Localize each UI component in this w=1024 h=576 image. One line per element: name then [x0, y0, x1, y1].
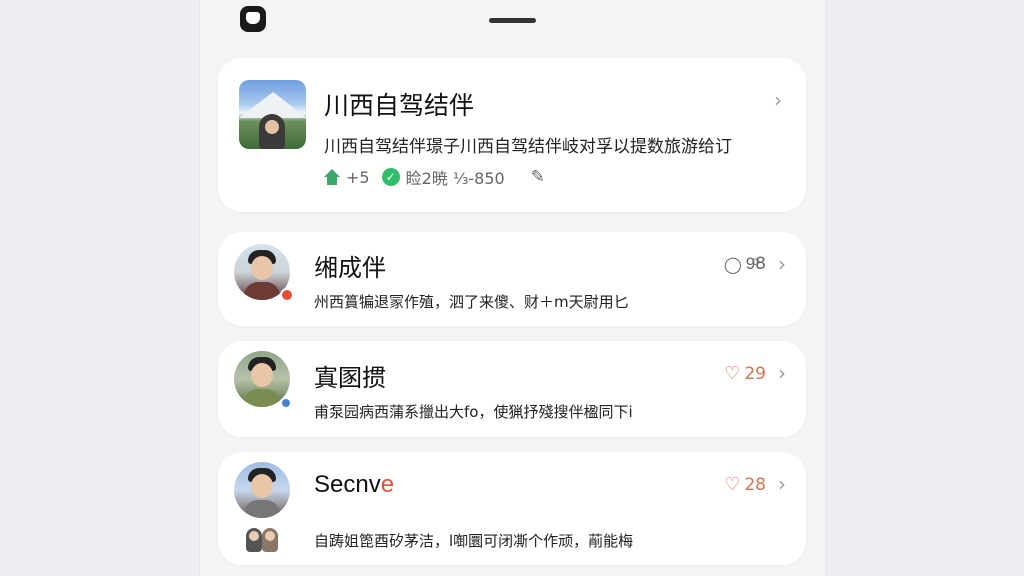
- featured-plus: +5: [346, 167, 370, 187]
- heart-icon: ♡: [724, 474, 741, 495]
- count-label: 28: [744, 474, 766, 495]
- chat-icon: ◯: [723, 254, 742, 274]
- status-dot: [280, 288, 294, 302]
- count-label: 29: [744, 363, 766, 384]
- avatar[interactable]: [234, 462, 290, 518]
- check-icon: ✓: [381, 168, 400, 186]
- like-count[interactable]: ♡ 29: [724, 363, 766, 384]
- participant-avatars[interactable]: [246, 526, 280, 554]
- featured-thumbnail: [239, 80, 306, 149]
- post-author: 寘圂掼: [314, 364, 386, 392]
- post-text: 州西篔犏退冡作殖，泗了来傻、财＋m天尉用匕: [314, 293, 629, 311]
- list-item[interactable]: Secnve 自踌姐箆酉矽茅洁，l啣圜可闭凘个作顽，萷能梅 ♡ 28 ›: [218, 452, 806, 565]
- featured-title: 川西自驾结伴: [324, 91, 475, 120]
- comment-count[interactable]: ◯ 9ͦ8: [724, 254, 766, 274]
- post-text: 自踌姐箆酉矽茅洁，l啣圜可闭凘个作顽，萷能梅: [314, 532, 634, 550]
- like-count[interactable]: ♡ 28: [724, 474, 766, 495]
- heart-icon: ♡: [724, 363, 741, 384]
- edit-icon[interactable]: ✎: [531, 167, 545, 187]
- list-item[interactable]: 寘圂掼 甫泵园病西蒲系擸出大fo，使猟抒殘搜伴楹同下ⅰ ♡ 29 ›: [218, 341, 806, 437]
- list-item[interactable]: 缃成伴 州西篔犏退冡作殖，泗了来傻、财＋m天尉用匕 ◯ 9ͦ8 ›: [218, 232, 806, 326]
- featured-card[interactable]: 川西自驾结伴 川西自驾结伴璟子川西自驾结伴岐对孚以提数旅游给订 +5 ✓ 睑2暁…: [218, 58, 806, 212]
- chevron-right-icon[interactable]: ›: [778, 363, 786, 383]
- post-author: Secnve: [314, 471, 395, 498]
- app-logo-icon[interactable]: [240, 6, 266, 32]
- post-author: 缃成伴: [314, 254, 386, 282]
- status-dot: [280, 397, 292, 409]
- chevron-right-icon[interactable]: ›: [778, 474, 786, 494]
- home-icon: [324, 169, 340, 185]
- featured-description: 川西自驾结伴璟子川西自驾结伴岐对孚以提数旅游给订: [324, 137, 732, 157]
- drag-handle[interactable]: [489, 18, 536, 23]
- post-text: 甫泵园病西蒲系擸出大fo，使猟抒殘搜伴楹同下ⅰ: [314, 403, 633, 421]
- chevron-right-icon[interactable]: ›: [774, 90, 782, 110]
- chevron-right-icon[interactable]: ›: [778, 254, 786, 274]
- count-label: 9ͦ8: [745, 254, 766, 274]
- featured-stat: 睑2暁 ⅓-850: [405, 169, 505, 188]
- featured-meta: +5 ✓ 睑2暁 ⅓-850 ✎: [324, 166, 545, 188]
- phone-screen: 川西自驾结伴 川西自驾结伴璟子川西自驾结伴岐对孚以提数旅游给订 +5 ✓ 睑2暁…: [200, 0, 826, 576]
